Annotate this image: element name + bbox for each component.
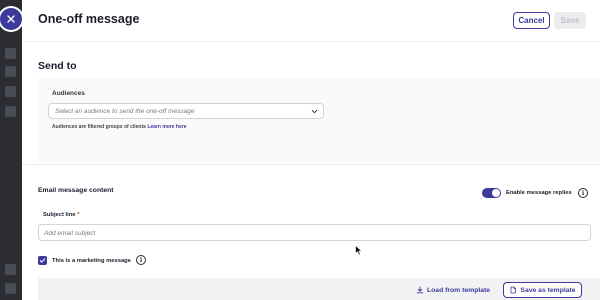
audiences-section: Audiences Select an audience to send the…: [38, 78, 600, 164]
marketing-checkbox-label: This is a marketing message: [52, 258, 131, 264]
sidebar-nav-icon[interactable]: [5, 106, 16, 117]
section-divider: [22, 164, 600, 165]
download-icon: [416, 286, 424, 294]
mouse-cursor-icon: [355, 245, 363, 256]
template-toolbar: Load from template Save as template: [38, 278, 600, 300]
cancel-button[interactable]: Cancel: [513, 12, 550, 29]
marketing-checkbox[interactable]: [38, 256, 47, 265]
enable-replies-label: Enable message replies: [506, 190, 572, 196]
learn-more-link[interactable]: Learn more here: [147, 124, 186, 130]
chevron-down-icon: [311, 109, 318, 114]
enable-replies-toggle[interactable]: [482, 188, 501, 198]
info-icon[interactable]: i: [578, 188, 588, 198]
panel-header: One-off message Cancel Save: [22, 0, 600, 42]
audience-select[interactable]: Select an audience to send the one-off m…: [48, 103, 324, 119]
save-button[interactable]: Save: [554, 12, 586, 29]
subject-input-placeholder: Add email subject: [44, 230, 96, 237]
close-icon: [7, 15, 15, 23]
audiences-help-text: Audiences are filtered groups of clients…: [52, 124, 187, 130]
audiences-label: Audiences: [52, 90, 85, 97]
sidebar-nav-icon[interactable]: [5, 48, 16, 59]
sidebar-nav-icon[interactable]: [5, 283, 16, 294]
subject-input[interactable]: Add email subject: [38, 224, 591, 241]
sidebar-nav-icon[interactable]: [5, 86, 16, 97]
required-marker: *: [77, 212, 80, 218]
subject-line-text: Subject line: [43, 212, 76, 218]
save-as-template-label: Save as template: [520, 286, 576, 294]
audience-select-placeholder: Select an audience to send the one-off m…: [55, 108, 195, 115]
page-title: One-off message: [38, 12, 140, 26]
send-to-heading: Send to: [38, 60, 77, 72]
load-from-template-button[interactable]: Load from template: [416, 286, 490, 294]
checkmark-icon: [39, 258, 46, 263]
one-off-message-panel: One-off message Cancel Save Send to Audi…: [22, 0, 600, 300]
email-content-heading: Email message content: [38, 187, 114, 194]
document-icon: [511, 286, 517, 294]
sidebar-nav-icon[interactable]: [5, 66, 16, 77]
close-button[interactable]: [0, 8, 22, 30]
save-as-template-button[interactable]: Save as template: [503, 282, 582, 298]
toggle-knob: [492, 189, 500, 197]
info-icon[interactable]: i: [136, 255, 146, 265]
app-sidebar-rail: [0, 0, 22, 300]
load-from-template-label: Load from template: [427, 286, 491, 294]
subject-line-label: Subject line *: [43, 212, 79, 218]
sidebar-nav-icon[interactable]: [5, 264, 16, 275]
audiences-help-description: Audiences are filtered groups of clients: [52, 124, 146, 130]
